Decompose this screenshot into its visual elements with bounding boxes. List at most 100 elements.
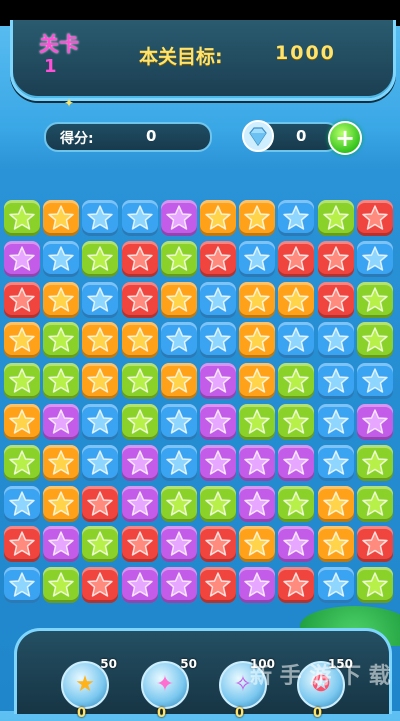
star-tile-purple[interactable] xyxy=(4,240,40,277)
star-tile-orange[interactable] xyxy=(43,281,80,318)
star-tile-orange[interactable] xyxy=(4,322,40,359)
star-tile-orange[interactable] xyxy=(200,200,236,236)
star-tile-blue[interactable] xyxy=(317,322,354,359)
star-tile-green[interactable] xyxy=(4,444,40,481)
star-tile-red[interactable] xyxy=(317,281,354,318)
star-tile-blue[interactable] xyxy=(200,322,236,359)
star-tile-green[interactable] xyxy=(278,363,315,400)
star-tile-red[interactable] xyxy=(356,200,393,236)
star-tile-green[interactable] xyxy=(121,404,158,440)
star-tile-green[interactable] xyxy=(200,485,236,522)
star-tile-orange[interactable] xyxy=(4,404,40,440)
star-tile-orange[interactable] xyxy=(121,322,158,359)
star-tile-blue[interactable] xyxy=(317,567,354,604)
star-tile-blue[interactable] xyxy=(278,322,315,359)
star-tile-blue[interactable] xyxy=(82,444,119,481)
star-tile-green[interactable] xyxy=(121,363,158,400)
star-tile-green[interactable] xyxy=(356,444,393,481)
star-tile-blue[interactable] xyxy=(160,444,197,481)
star-tile-red[interactable] xyxy=(356,526,393,563)
star-tile-green[interactable] xyxy=(356,281,393,318)
star-tile-orange[interactable] xyxy=(239,200,276,236)
star-tile-orange[interactable] xyxy=(317,526,354,563)
tool-button-2[interactable]: ✦ 50 0 xyxy=(141,657,197,721)
star-tile-blue[interactable] xyxy=(4,485,40,522)
star-tile-blue[interactable] xyxy=(239,240,276,277)
star-tile-orange[interactable] xyxy=(239,363,276,400)
star-tile-red[interactable] xyxy=(121,240,158,277)
star-tile-green[interactable] xyxy=(356,485,393,522)
star-tile-green[interactable] xyxy=(278,485,315,522)
star-tile-green[interactable] xyxy=(356,567,393,604)
star-tile-blue[interactable] xyxy=(82,200,119,236)
star-tile-orange[interactable] xyxy=(239,281,276,318)
star-tile-red[interactable] xyxy=(82,567,119,604)
star-tile-orange[interactable] xyxy=(43,485,80,522)
star-tile-blue[interactable] xyxy=(356,240,393,277)
star-tile-orange[interactable] xyxy=(317,485,354,522)
star-tile-blue[interactable] xyxy=(317,444,354,481)
star-tile-purple[interactable] xyxy=(278,444,315,481)
star-tile-orange[interactable] xyxy=(239,526,276,563)
star-tile-blue[interactable] xyxy=(43,240,80,277)
star-tile-red[interactable] xyxy=(4,281,40,318)
star-tile-purple[interactable] xyxy=(239,485,276,522)
star-tile-blue[interactable] xyxy=(356,363,393,400)
star-tile-blue[interactable] xyxy=(4,567,40,604)
star-tile-blue[interactable] xyxy=(121,200,158,236)
star-tile-red[interactable] xyxy=(82,485,119,522)
star-tile-green[interactable] xyxy=(82,240,119,277)
tool-button-1[interactable]: ★ 50 0 xyxy=(61,657,117,721)
star-tile-blue[interactable] xyxy=(82,281,119,318)
star-tile-purple[interactable] xyxy=(239,444,276,481)
star-tile-red[interactable] xyxy=(200,240,236,277)
star-tile-orange[interactable] xyxy=(43,444,80,481)
star-tile-orange[interactable] xyxy=(160,363,197,400)
star-tile-orange[interactable] xyxy=(239,322,276,359)
star-tile-green[interactable] xyxy=(160,485,197,522)
star-tile-green[interactable] xyxy=(317,200,354,236)
star-tile-purple[interactable] xyxy=(121,485,158,522)
star-tile-red[interactable] xyxy=(200,567,236,604)
star-tile-orange[interactable] xyxy=(82,322,119,359)
star-tile-blue[interactable] xyxy=(160,404,197,440)
star-tile-green[interactable] xyxy=(160,240,197,277)
star-tile-purple[interactable] xyxy=(200,404,236,440)
star-tile-green[interactable] xyxy=(278,404,315,440)
star-tile-green[interactable] xyxy=(4,363,40,400)
star-tile-purple[interactable] xyxy=(160,200,197,236)
star-tile-purple[interactable] xyxy=(356,404,393,440)
star-tile-purple[interactable] xyxy=(200,444,236,481)
star-tile-orange[interactable] xyxy=(82,363,119,400)
star-tile-purple[interactable] xyxy=(121,567,158,604)
add-gems-button[interactable]: + xyxy=(328,121,362,155)
star-tile-green[interactable] xyxy=(43,363,80,400)
star-tile-purple[interactable] xyxy=(278,526,315,563)
star-tile-blue[interactable] xyxy=(160,322,197,359)
star-tile-purple[interactable] xyxy=(121,444,158,481)
star-tile-orange[interactable] xyxy=(43,200,80,236)
star-tile-purple[interactable] xyxy=(43,404,80,440)
star-tile-red[interactable] xyxy=(121,526,158,563)
star-tile-red[interactable] xyxy=(317,240,354,277)
star-tile-purple[interactable] xyxy=(160,526,197,563)
star-tile-green[interactable] xyxy=(82,526,119,563)
star-tile-orange[interactable] xyxy=(278,281,315,318)
star-tile-green[interactable] xyxy=(239,404,276,440)
star-tile-purple[interactable] xyxy=(200,363,236,400)
star-tile-blue[interactable] xyxy=(317,363,354,400)
star-tile-green[interactable] xyxy=(43,567,80,604)
star-tile-red[interactable] xyxy=(278,567,315,604)
star-tile-green[interactable] xyxy=(356,322,393,359)
star-tile-red[interactable] xyxy=(121,281,158,318)
star-tile-blue[interactable] xyxy=(317,404,354,440)
star-tile-red[interactable] xyxy=(278,240,315,277)
star-tile-purple[interactable] xyxy=(43,526,80,563)
star-tile-purple[interactable] xyxy=(239,567,276,604)
star-tile-green[interactable] xyxy=(43,322,80,359)
star-tile-red[interactable] xyxy=(200,526,236,563)
star-tile-blue[interactable] xyxy=(278,200,315,236)
star-tile-blue[interactable] xyxy=(82,404,119,440)
star-tile-purple[interactable] xyxy=(160,567,197,604)
star-tile-red[interactable] xyxy=(4,526,40,563)
